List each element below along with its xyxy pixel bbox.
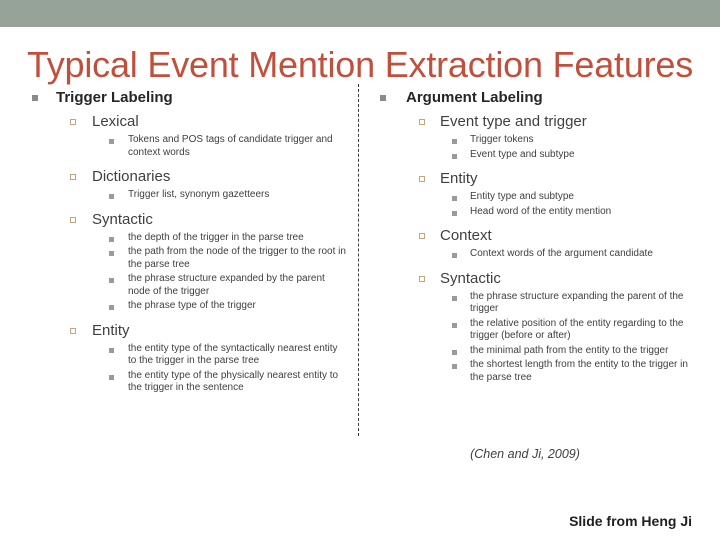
right-heading: Argument Labeling [378,88,698,108]
list-item: the depth of the trigger in the parse tr… [28,232,348,245]
left-section-dictionaries: Dictionaries Trigger list, synonym gazet… [28,167,348,202]
list-item-label: the entity type of the syntactically nea… [128,342,338,367]
list-item: the relative position of the entity rega… [378,318,698,343]
small-square-bullet-icon [109,139,114,144]
list-item: Tokens and POS tags of candidate trigger… [28,134,348,159]
list-item-label: the relative position of the entity rega… [470,317,684,342]
list-item: Event type and subtype [378,149,698,162]
list-item: the phrase structure expanded by the par… [28,273,348,298]
small-square-bullet-icon [452,210,457,216]
right-section-label: Event type and trigger [440,113,587,130]
list-item: Entity type and subtype [378,191,698,204]
small-square-bullet-icon [452,295,457,301]
list-item-label: Entity type and subtype [470,191,574,202]
right-section-entity: Entity Entity type and subtype Head word… [378,169,698,218]
hollow-square-bullet-icon [70,119,76,125]
small-square-bullet-icon [452,196,457,201]
list-item: the shortest length from the entity to t… [378,359,698,384]
list-item: the entity type of the syntactically nea… [28,343,348,368]
list-item-label: the phrase structure expanded by the par… [128,273,325,297]
hollow-square-bullet-icon [70,174,76,180]
left-section-label-row: Syntactic [28,210,348,230]
list-item: Trigger list, synonym gazetteers [28,189,348,202]
list-item: the entity type of the physically neares… [28,370,348,395]
list-item: the minimal path from the entity to the … [378,345,698,358]
left-section-syntactic: Syntactic the depth of the trigger in th… [28,210,348,313]
left-section-lexical: Lexical Tokens and POS tags of candidate… [28,112,348,159]
right-section-label-row: Entity [378,169,698,189]
left-section-label: Dictionaries [92,168,171,185]
citation: (Chen and Ji, 2009) [470,447,580,461]
left-heading: Trigger Labeling [28,88,348,108]
right-heading-label: Argument Labeling [406,89,543,106]
small-square-bullet-icon [452,349,457,355]
small-square-bullet-icon [109,374,114,380]
list-item-label: the entity type of the physically neares… [128,369,339,394]
small-square-bullet-icon [452,153,457,159]
list-item-label: the minimal path from the entity to the … [470,344,669,356]
small-square-bullet-icon [452,253,457,258]
list-item-label: the phrase type of the trigger [128,300,256,311]
list-item-label: Tokens and POS tags of candidate trigger… [128,134,333,158]
list-item-label: the shortest length from the entity to t… [470,359,688,383]
left-heading-label: Trigger Labeling [56,89,173,106]
list-item-label: the path from the node of the trigger to… [128,246,346,270]
left-section-label-row: Dictionaries [28,167,348,187]
right-section-label-row: Context [378,226,698,246]
left-section-entity: Entity the entity type of the syntactica… [28,321,348,395]
list-item: the path from the node of the trigger to… [28,246,348,271]
right-section-label-row: Syntactic [378,269,698,289]
list-item: Head word of the entity mention [378,206,698,219]
square-bullet-icon [380,95,386,101]
small-square-bullet-icon [452,139,457,144]
left-section-label-row: Entity [28,321,348,341]
list-item: the phrase type of the trigger [28,300,348,313]
small-square-bullet-icon [109,305,114,310]
list-item: Trigger tokens [378,134,698,147]
hollow-square-bullet-icon [70,327,76,334]
list-item: Context words of the argument candidate [378,248,698,261]
list-item-label: Trigger tokens [470,134,534,145]
list-item-label: Head word of the entity mention [470,205,612,217]
right-section-event-type-and-trigger: Event type and trigger Trigger tokens Ev… [378,112,698,161]
small-square-bullet-icon [109,278,114,283]
list-item-label: the depth of the trigger in the parse tr… [128,231,304,243]
hollow-square-bullet-icon [419,275,425,282]
left-column: Trigger Labeling Lexical Tokens and POS … [28,88,348,395]
small-square-bullet-icon [109,236,114,242]
right-section-syntactic: Syntactic the phrase structure expanding… [378,269,698,385]
small-square-bullet-icon [109,347,114,353]
slide-credit: Slide from Heng Ji [569,513,692,529]
right-column: Argument Labeling Event type and trigger… [378,88,698,384]
right-section-context: Context Context words of the argument ca… [378,226,698,261]
hollow-square-bullet-icon [419,119,425,125]
left-section-label: Lexical [92,113,139,130]
left-section-label: Entity [92,321,130,339]
list-item-label: Event type and subtype [470,148,575,160]
top-banner [0,0,720,27]
right-section-label: Entity [440,170,478,187]
column-divider [358,84,359,436]
small-square-bullet-icon [109,194,114,199]
right-section-label-row: Event type and trigger [378,112,698,132]
small-square-bullet-icon [452,364,457,369]
hollow-square-bullet-icon [419,176,425,182]
small-square-bullet-icon [452,322,457,328]
right-section-label: Syntactic [440,269,501,287]
list-item: the phrase structure expanding the paren… [378,291,698,316]
list-item-label: Trigger list, synonym gazetteers [128,189,270,200]
right-section-label: Context [440,227,492,244]
hollow-square-bullet-icon [419,233,425,239]
hollow-square-bullet-icon [70,216,76,223]
small-square-bullet-icon [109,251,114,256]
left-section-label-row: Lexical [28,112,348,132]
slide: Typical Event Mention Extraction Feature… [0,0,720,540]
list-item-label: Context words of the argument candidate [470,248,653,259]
left-section-label: Syntactic [92,210,153,228]
list-item-label: the phrase structure expanding the paren… [470,290,684,315]
square-bullet-icon [32,95,38,101]
slide-title: Typical Event Mention Extraction Feature… [26,44,694,85]
